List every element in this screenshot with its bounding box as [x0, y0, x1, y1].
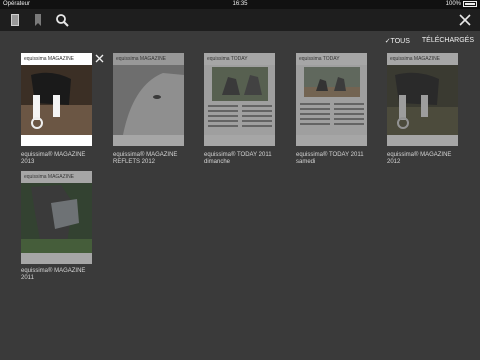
library-icon[interactable]	[8, 13, 22, 27]
cover-image	[113, 65, 184, 135]
battery-indicator: 100%	[446, 1, 477, 7]
cover-header: equissima MAGAZINE	[390, 56, 441, 62]
bookmark-icon[interactable]	[31, 13, 45, 27]
magazine-subtitle: 2013	[21, 159, 35, 165]
search-icon[interactable]	[55, 13, 69, 27]
magazine-subtitle: samedi	[296, 159, 316, 165]
filter-bar: ✓TOUS TÉLÉCHARGÉS	[385, 37, 474, 45]
cover-header: equissima TODAY	[207, 56, 248, 62]
magazine-title: equissima® TODAY 2011	[296, 152, 364, 158]
close-icon[interactable]	[458, 13, 472, 27]
magazine-cover[interactable]: equissima MAGAZINE	[21, 53, 92, 146]
toolbar	[0, 9, 480, 31]
magazine-cover[interactable]: equissima MAGAZINE	[113, 53, 184, 146]
cover-header: equissima MAGAZINE	[116, 56, 167, 62]
magazine-title: equissima® MAGAZINE	[387, 152, 452, 158]
magazine-title: equissima® TODAY 2011	[204, 152, 272, 158]
magazine-subtitle: 2011	[21, 275, 34, 281]
cover-image	[21, 183, 92, 253]
magazine-caption: equissima® TODAY 2011 dimanche	[204, 152, 294, 166]
magazine-subtitle: dimanche	[204, 159, 231, 165]
magazine-cover[interactable]: equissima MAGAZINE	[387, 53, 458, 146]
magazine-title: equissima® MAGAZINE	[21, 268, 86, 274]
cover-header: equissima MAGAZINE	[24, 56, 75, 62]
cover-image	[204, 65, 275, 135]
cover-image	[21, 65, 92, 135]
magazine-title: equissima® MAGAZINE	[21, 152, 86, 158]
magazine-caption: equissima® MAGAZINE REFLETS 2012	[113, 152, 203, 166]
filter-all[interactable]: ✓TOUS	[385, 37, 410, 45]
magazine-subtitle: REFLETS 2012	[113, 159, 156, 165]
cover-image	[387, 65, 458, 135]
battery-percent: 100%	[445, 1, 461, 7]
delete-icon[interactable]	[95, 54, 104, 63]
magazine-title: equissima® MAGAZINE	[113, 152, 178, 158]
magazine-cover[interactable]: equissima TODAY	[296, 53, 367, 146]
magazine-caption: equissima® MAGAZINE 2013	[21, 152, 111, 166]
cover-header: equissima MAGAZINE	[24, 174, 75, 180]
magazine-caption: equissima® MAGAZINE 2012	[387, 152, 477, 166]
magazine-subtitle: 2012	[387, 159, 401, 165]
magazine-caption: equissima® MAGAZINE 2011	[21, 268, 111, 282]
magazine-cover[interactable]: equissima MAGAZINE	[21, 171, 92, 264]
magazine-cover[interactable]: equissima TODAY	[204, 53, 275, 146]
cover-image	[296, 65, 367, 135]
cover-header: equissima TODAY	[299, 56, 340, 62]
battery-icon	[463, 1, 477, 7]
filter-downloaded[interactable]: TÉLÉCHARGÉS	[422, 37, 474, 45]
magazine-caption: equissima® TODAY 2011 samedi	[296, 152, 386, 166]
clock: 16:35	[232, 1, 248, 7]
status-bar: Opérateur 16:35 100%	[0, 0, 480, 9]
